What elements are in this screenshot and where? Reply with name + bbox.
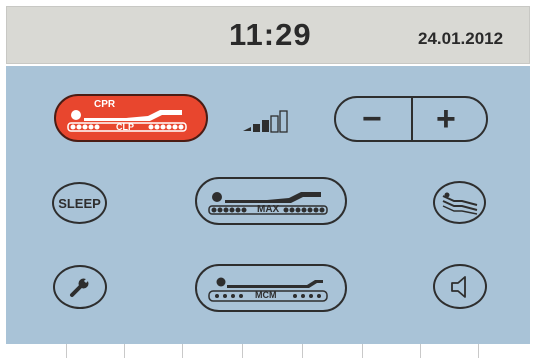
mcm-button[interactable]: MCM — [195, 264, 347, 312]
mcm-label: MCM — [255, 290, 277, 300]
service-button[interactable] — [53, 265, 107, 309]
max-bed-icon — [208, 192, 328, 215]
cpr-bed-icon — [67, 110, 187, 132]
tab-divider — [242, 344, 243, 358]
max-button[interactable]: MAX — [195, 177, 347, 225]
sleep-button[interactable]: SLEEP — [52, 182, 107, 224]
max-label: MAX — [257, 204, 280, 215]
wrench-icon — [70, 275, 92, 297]
tab-divider — [362, 344, 363, 358]
tab-divider — [420, 344, 421, 358]
adjust-control: − + — [334, 96, 488, 142]
tab-divider — [478, 344, 479, 358]
tab-divider — [302, 344, 303, 358]
tab-divider — [124, 344, 125, 358]
tab-divider — [182, 344, 183, 358]
mcm-bed-icon — [208, 277, 328, 302]
adjust-divider — [411, 97, 413, 141]
signal-strength-icon — [241, 107, 301, 138]
flat-bed-button[interactable] — [433, 181, 486, 224]
control-screen: 11:29 24.01.2012 CPR CLP − + SLEEP MAX M… — [0, 0, 533, 358]
clp-label: CLP — [116, 122, 134, 132]
cpr-label: CPR — [94, 99, 116, 110]
minus-button[interactable]: − — [362, 100, 382, 138]
clock: 11:29 — [229, 17, 312, 52]
status-header: 11:29 24.01.2012 — [6, 6, 530, 64]
speaker-icon — [451, 275, 466, 298]
sound-button[interactable] — [433, 264, 487, 309]
flat-bed-icon — [442, 192, 477, 215]
sleep-label: SLEEP — [58, 195, 101, 211]
date: 24.01.2012 — [418, 29, 504, 48]
bottom-tab-strip — [6, 344, 530, 358]
cpr-button[interactable]: CPR CLP — [54, 94, 208, 142]
plus-button[interactable]: + — [436, 100, 456, 138]
tab-divider — [66, 344, 67, 358]
